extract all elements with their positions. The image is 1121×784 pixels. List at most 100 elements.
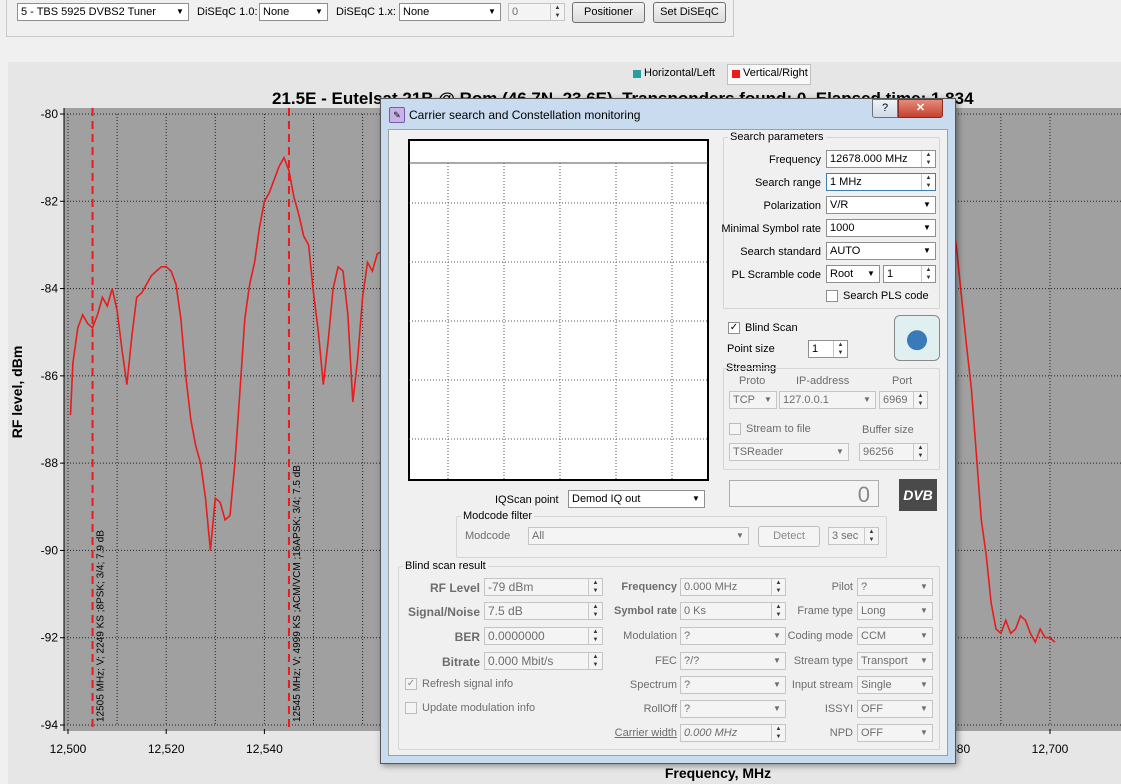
dvb-logo: DVB xyxy=(899,479,937,511)
spectrum-label: Spectrum xyxy=(629,679,677,691)
port-input[interactable]: 6969 ▲ ▼ xyxy=(879,391,928,409)
y-axis-label: RF level, dBm xyxy=(9,346,25,439)
search-standard-select[interactable]: AUTO ▼ xyxy=(826,242,936,260)
x-tick-label: 12,500 xyxy=(50,742,87,756)
proto-label: Proto xyxy=(739,375,766,387)
issyi-value: OFF xyxy=(861,703,883,715)
satellite-mascot-icon[interactable] xyxy=(894,315,940,361)
npd-label: NPD xyxy=(829,727,853,739)
spinner-arrows-icon: ▲ ▼ xyxy=(921,266,935,282)
chevron-down-icon: ▼ xyxy=(920,656,928,665)
chevron-down-icon: ▼ xyxy=(920,631,928,640)
search-range-label: Search range xyxy=(754,177,821,189)
ip-address-select[interactable]: 127.0.0.1 ▼ xyxy=(779,391,876,409)
proto-value: TCP xyxy=(733,394,755,406)
modcode-label: Modcode xyxy=(465,530,511,542)
pl-scramble-mode-select[interactable]: Root ▼ xyxy=(826,265,880,283)
y-tick-label: -80 xyxy=(41,107,59,121)
close-button[interactable]: ✕ xyxy=(898,99,943,118)
proto-select[interactable]: TCP ▼ xyxy=(729,391,777,409)
pilot-label: Pilot xyxy=(831,581,853,593)
stream-type-label: Stream type xyxy=(793,655,853,667)
freq-result-value: 0.000 MHz xyxy=(684,581,738,593)
search-pls-checkbox[interactable] xyxy=(826,290,838,302)
stream-to-file-checkbox[interactable] xyxy=(729,423,741,435)
modcode-select[interactable]: All ▼ xyxy=(528,527,749,545)
frame-type-select[interactable]: Long ▼ xyxy=(857,602,933,620)
signal-noise-field: 7.5 dB ▲ ▼ xyxy=(484,602,603,620)
input-stream-label: Input stream xyxy=(791,679,853,691)
chevron-down-icon: ▼ xyxy=(920,680,928,689)
ip-address-value: 127.0.0.1 xyxy=(783,394,829,406)
blind-scan-result-title: Blind scan result xyxy=(403,560,488,572)
rf-level-value: -79 dBm xyxy=(488,580,534,594)
frame-type-value: Long xyxy=(861,605,886,617)
chevron-down-icon: ▼ xyxy=(863,395,871,404)
ber-label: BER xyxy=(454,630,480,644)
update-modulation-checkbox[interactable] xyxy=(405,702,417,714)
refresh-signal-checkbox[interactable]: ✓ xyxy=(405,678,417,690)
detect-interval-input[interactable]: 3 sec ▲ ▼ xyxy=(828,527,879,545)
signal-noise-label: Signal/Noise xyxy=(407,605,480,619)
min-symbol-rate-label: Minimal Symbol rate xyxy=(721,223,821,235)
point-size-value: 1 xyxy=(812,343,819,355)
input-stream-value: Single xyxy=(861,679,892,691)
y-tick-label: -82 xyxy=(41,194,59,208)
blind-scan-label: Blind Scan xyxy=(745,322,798,334)
carrier-width-link[interactable]: Carrier width xyxy=(595,727,677,739)
buffer-size-value: 96256 xyxy=(863,446,894,458)
search-standard-label: Search standard xyxy=(740,246,821,258)
modcode-filter-title: Modcode filter xyxy=(461,510,535,522)
buffer-size-input[interactable]: 96256 ▲ ▼ xyxy=(859,443,928,461)
modulation-value: ? xyxy=(684,630,691,642)
constellation-plot xyxy=(408,139,709,481)
x-tick-label: 12,520 xyxy=(148,742,185,756)
chevron-down-icon: ▼ xyxy=(923,223,931,232)
spinner-arrows-icon: ▲ ▼ xyxy=(833,341,847,357)
app-icon: ✎ xyxy=(389,107,405,123)
stream-type-select[interactable]: Transport ▼ xyxy=(857,652,933,670)
pl-scramble-code-input[interactable]: 1 ▲ ▼ xyxy=(883,265,936,283)
chevron-down-icon: ▼ xyxy=(920,728,928,737)
y-tick-label: -92 xyxy=(41,631,59,645)
point-size-label: Point size xyxy=(727,343,775,355)
spinner-arrows-icon: ▲ ▼ xyxy=(921,151,935,167)
search-parameters-title: Search parameters xyxy=(728,131,826,143)
detect-button[interactable]: Detect xyxy=(758,526,820,547)
chevron-down-icon: ▼ xyxy=(692,494,700,503)
coding-mode-select[interactable]: CCM ▼ xyxy=(857,627,933,645)
reader-select[interactable]: TSReader ▼ xyxy=(729,443,849,461)
search-range-input[interactable]: 1 MHz ▲ ▼ xyxy=(826,173,936,191)
spinner-arrows-icon: ▲ ▼ xyxy=(913,392,927,408)
min-symbol-rate-select[interactable]: 1000 ▼ xyxy=(826,219,936,237)
dialog-content: Search parameters Frequency 12678.000 MH… xyxy=(388,129,948,756)
frequency-input[interactable]: 12678.000 MHz ▲ ▼ xyxy=(826,150,936,168)
npd-select[interactable]: OFF ▼ xyxy=(857,724,933,742)
issyi-select[interactable]: OFF ▼ xyxy=(857,700,933,718)
input-stream-select[interactable]: Single ▼ xyxy=(857,676,933,694)
point-size-input[interactable]: 1 ▲ ▼ xyxy=(808,340,848,358)
rf-level-label: RF Level xyxy=(429,581,480,595)
symbol-rate-label: Symbol rate xyxy=(614,605,677,617)
search-standard-value: AUTO xyxy=(830,245,861,257)
bitrate-label: Bitrate xyxy=(441,655,480,669)
frame-type-label: Frame type xyxy=(797,605,853,617)
counter-display: 0 xyxy=(729,480,879,507)
frequency-label: Frequency xyxy=(769,154,821,166)
bitrate-value: 0.000 Mbit/s xyxy=(488,654,554,668)
fec-value: ?/? xyxy=(684,655,700,667)
freq-result-label: Frequency xyxy=(621,581,677,593)
search-pls-label: Search PLS code xyxy=(843,290,929,302)
polarization-select[interactable]: V/R ▼ xyxy=(826,196,936,214)
npd-value: OFF xyxy=(861,727,883,739)
iqscan-label: IQScan point xyxy=(495,494,559,506)
pilot-select[interactable]: ? ▼ xyxy=(857,578,933,596)
iqscan-select[interactable]: Demod IQ out ▼ xyxy=(568,490,705,508)
reader-value: TSReader xyxy=(733,446,784,458)
x-tick-label: 12,700 xyxy=(1032,742,1069,756)
pl-scramble-code-value: 1 xyxy=(887,268,894,280)
blind-scan-checkbox[interactable]: ✓ xyxy=(728,322,740,334)
help-button[interactable]: ? xyxy=(872,99,898,118)
chevron-down-icon: ▼ xyxy=(867,269,875,278)
chevron-down-icon: ▼ xyxy=(836,447,844,456)
